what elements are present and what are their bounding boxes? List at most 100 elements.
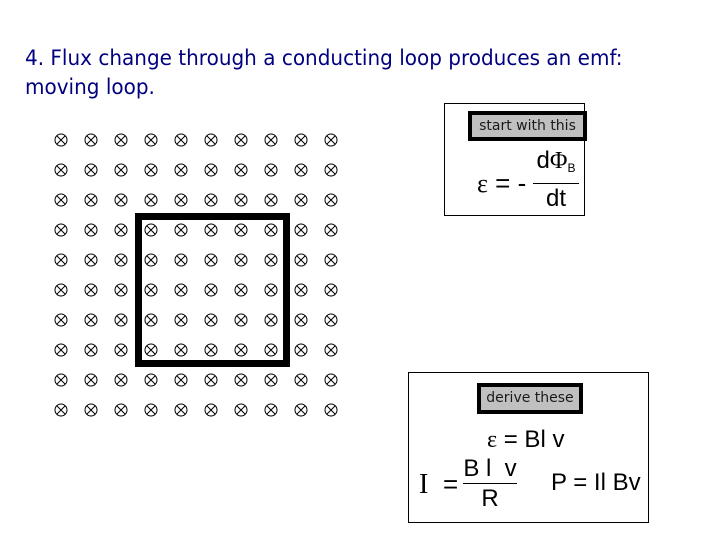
field-into-page-icon xyxy=(234,283,248,297)
field-into-page-icon xyxy=(54,373,68,387)
field-into-page-icon xyxy=(234,163,248,177)
field-into-page-icon xyxy=(234,343,248,357)
epsilon-symbol: ε xyxy=(487,427,498,453)
field-into-page-icon xyxy=(294,223,308,237)
minus-sign: - xyxy=(517,168,527,198)
field-into-page-icon xyxy=(264,223,278,237)
field-into-page-icon xyxy=(114,193,128,207)
field-into-page-icon xyxy=(294,283,308,297)
current-fraction: B l v R xyxy=(463,455,517,514)
field-into-page-icon xyxy=(204,163,218,177)
start-with-this-box: start with this ε = - dΦB dt xyxy=(444,103,587,216)
field-into-page-icon xyxy=(264,163,278,177)
field-into-page-icon xyxy=(54,403,68,417)
field-into-page-icon xyxy=(264,193,278,207)
fraction-denominator: dt xyxy=(545,185,566,212)
field-into-page-icon xyxy=(234,313,248,327)
field-into-page-icon xyxy=(324,133,338,147)
field-into-page-icon xyxy=(54,133,68,147)
field-into-page-icon xyxy=(204,253,218,267)
field-into-page-icon xyxy=(234,403,248,417)
field-into-page-icon xyxy=(114,283,128,297)
field-into-page-icon xyxy=(84,403,98,417)
field-into-page-icon xyxy=(324,223,338,237)
field-into-page-icon xyxy=(234,373,248,387)
field-into-page-icon xyxy=(264,133,278,147)
field-into-page-icon xyxy=(234,133,248,147)
field-into-page-icon xyxy=(144,133,158,147)
field-into-page-icon xyxy=(84,343,98,357)
field-into-page-icon xyxy=(114,313,128,327)
field-into-page-icon xyxy=(294,163,308,177)
field-into-page-icon xyxy=(114,253,128,267)
field-into-page-icon xyxy=(324,193,338,207)
field-into-page-icon xyxy=(324,373,338,387)
field-into-page-icon xyxy=(204,343,218,357)
field-into-page-icon xyxy=(84,193,98,207)
field-into-page-icon xyxy=(294,313,308,327)
fraction-numerator: dΦB xyxy=(533,146,579,183)
field-into-page-icon xyxy=(264,373,278,387)
field-into-page-icon xyxy=(114,403,128,417)
field-into-page-icon xyxy=(144,253,158,267)
field-into-page-icon xyxy=(144,193,158,207)
field-into-page-icon xyxy=(174,283,188,297)
field-into-page-icon xyxy=(264,403,278,417)
field-into-page-icon xyxy=(264,283,278,297)
field-into-page-icon xyxy=(294,343,308,357)
field-into-page-icon xyxy=(144,373,158,387)
current-numerator: B l v xyxy=(463,455,517,482)
current-denominator: R xyxy=(481,485,499,512)
field-into-page-icon xyxy=(144,163,158,177)
power-equation: P = Il Bv xyxy=(551,469,641,496)
field-into-page-icon xyxy=(204,403,218,417)
field-svg xyxy=(54,133,338,417)
d-symbol: d xyxy=(536,147,550,174)
field-into-page-icon xyxy=(114,373,128,387)
emf-equation: ε = Bl v xyxy=(487,426,564,454)
emf-lhs: ε = - xyxy=(477,168,526,199)
derive-these-box: derive these ε = Bl v I = B l v R P = Il… xyxy=(408,372,649,523)
field-into-page-icon xyxy=(54,313,68,327)
field-into-page-icon xyxy=(144,283,158,297)
field-into-page-icon xyxy=(204,373,218,387)
field-into-page-icon xyxy=(114,223,128,237)
field-into-page-icon xyxy=(114,163,128,177)
field-into-page-icon xyxy=(324,253,338,267)
field-into-page-icon xyxy=(84,253,98,267)
field-into-page-icon xyxy=(294,373,308,387)
field-into-page-icon xyxy=(114,133,128,147)
emf-rhs: = Bl v xyxy=(503,426,565,453)
field-into-page-icon xyxy=(294,133,308,147)
field-into-page-icon xyxy=(234,253,248,267)
field-into-page-icon xyxy=(174,133,188,147)
field-into-page-icon xyxy=(54,163,68,177)
field-into-page-icon xyxy=(54,193,68,207)
field-into-page-icon xyxy=(324,283,338,297)
field-into-page-icon xyxy=(174,403,188,417)
field-into-page-icon xyxy=(114,343,128,357)
field-into-page-icon xyxy=(174,373,188,387)
field-into-page-icon xyxy=(234,223,248,237)
field-into-page-icon xyxy=(204,193,218,207)
field-into-page-icon xyxy=(54,253,68,267)
field-into-page-icon xyxy=(264,313,278,327)
field-into-page-icon xyxy=(84,163,98,177)
field-into-page-icon xyxy=(144,313,158,327)
field-into-page-icon xyxy=(324,403,338,417)
field-into-page-icon xyxy=(54,223,68,237)
field-into-page-icon xyxy=(174,253,188,267)
flux-derivative-fraction: dΦB dt xyxy=(533,146,579,214)
field-into-page-icon xyxy=(174,223,188,237)
field-into-page-icon xyxy=(294,193,308,207)
field-into-page-icon xyxy=(174,163,188,177)
current-lhs: I xyxy=(419,469,428,501)
field-into-page-icon xyxy=(144,343,158,357)
field-into-page-icon xyxy=(174,343,188,357)
field-into-page-icon xyxy=(204,133,218,147)
derive-these-label: derive these xyxy=(477,383,583,414)
epsilon-symbol: ε xyxy=(477,169,488,198)
field-into-page-icon xyxy=(174,313,188,327)
field-into-page-icon xyxy=(264,253,278,267)
field-into-page-icon xyxy=(84,283,98,297)
